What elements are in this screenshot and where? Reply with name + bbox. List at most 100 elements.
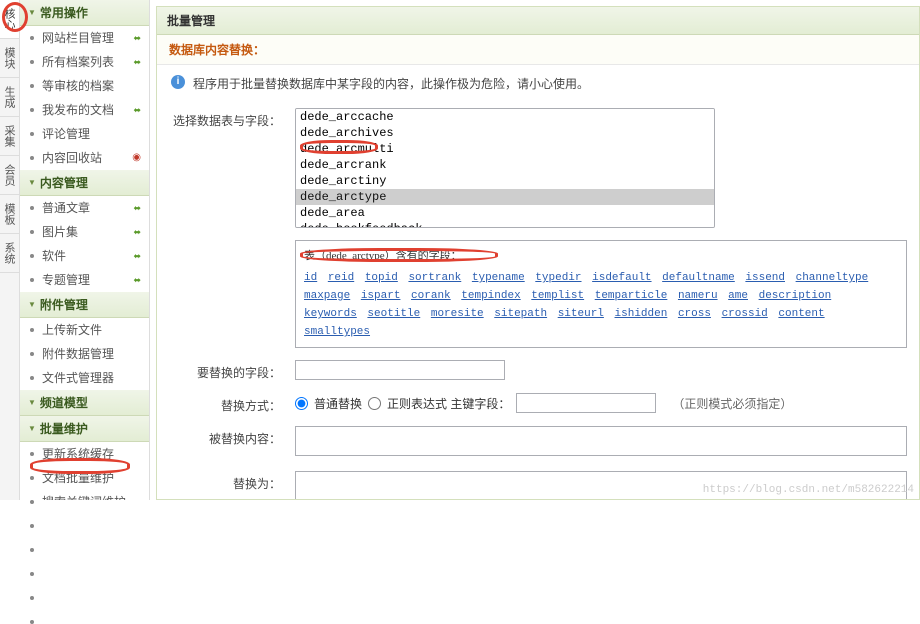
sidebar-item[interactable]: 更新系统缓存 <box>20 442 149 466</box>
field-link[interactable]: cross <box>678 308 711 320</box>
sidebar-item[interactable]: 等审核的档案 <box>20 74 149 98</box>
panel-title: 批量管理 <box>157 7 919 35</box>
shield-icon: ◉ <box>132 149 141 167</box>
vtab-2[interactable]: 生成 <box>0 78 19 117</box>
add-arrow-icon: ⬌ <box>133 101 141 119</box>
field-link[interactable]: id <box>304 272 317 284</box>
sidebar-item[interactable]: 评论管理 <box>20 122 149 146</box>
triangle-icon: ▼ <box>28 398 36 407</box>
vtab-4[interactable]: 会员 <box>0 156 19 195</box>
sidebar-group-header[interactable]: ▼常用操作 <box>20 0 149 26</box>
radio-normal-label: 普通替换 <box>314 395 362 412</box>
table-option[interactable]: dede_bookfeedback <box>296 221 714 228</box>
sidebar-item[interactable]: 我发布的文档⬌ <box>20 98 149 122</box>
warning-row: i 程序用于批量替换数据库中某字段的内容，此操作极为危险，请小心使用。 <box>157 65 919 102</box>
vtab-1[interactable]: 模块 <box>0 39 19 78</box>
field-link[interactable]: topid <box>365 272 398 284</box>
field-link[interactable]: ame <box>728 290 748 302</box>
field-header: 表（dede_arctype）含有的字段： <box>304 247 898 265</box>
add-arrow-icon: ⬌ <box>133 29 141 47</box>
table-option[interactable]: dede_arctiny <box>296 173 714 189</box>
table-option[interactable]: dede_arctype <box>296 189 714 205</box>
label-method: 替换方式： <box>171 393 281 414</box>
target-field-input[interactable] <box>295 360 505 380</box>
sidebar-group-header[interactable]: ▼附件管理 <box>20 292 149 318</box>
watermark: https://blog.csdn.net/m582622214 <box>703 484 914 496</box>
field-link[interactable]: sortrank <box>408 272 461 284</box>
sub-title: 数据库内容替换： <box>157 35 919 65</box>
field-link[interactable]: ispart <box>361 290 401 302</box>
radio-regex[interactable] <box>368 397 381 410</box>
content-to-replace-input[interactable] <box>295 426 907 456</box>
label-select-table: 选择数据表与字段： <box>171 108 281 129</box>
table-option[interactable]: dede_arcrank <box>296 157 714 173</box>
sidebar-item[interactable]: 图片集⬌ <box>20 220 149 244</box>
field-link[interactable]: corank <box>411 290 451 302</box>
field-link[interactable]: crossid <box>722 308 768 320</box>
warning-text: 程序用于批量替换数据库中某字段的内容，此操作极为危险，请小心使用。 <box>193 75 589 92</box>
field-link[interactable]: maxpage <box>304 290 350 302</box>
field-link[interactable]: content <box>778 308 824 320</box>
vtab-5[interactable]: 模板 <box>0 195 19 234</box>
field-link[interactable]: temparticle <box>595 290 668 302</box>
field-link[interactable]: description <box>759 290 832 302</box>
sidebar-item[interactable]: 所有档案列表⬌ <box>20 50 149 74</box>
field-list-box: 表（dede_arctype）含有的字段： id reid topid sort… <box>295 240 907 348</box>
radio-normal[interactable] <box>295 397 308 410</box>
field-link[interactable]: typedir <box>535 272 581 284</box>
add-arrow-icon: ⬌ <box>133 199 141 217</box>
field-link[interactable]: smalltypes <box>304 326 370 338</box>
sidebar-item[interactable]: 内容回收站◉ <box>20 146 149 170</box>
field-link[interactable]: typename <box>472 272 525 284</box>
table-select[interactable]: dede_arccachedede_archivesdede_arcmultid… <box>295 108 715 228</box>
field-link[interactable]: siteurl <box>558 308 604 320</box>
table-option[interactable]: dede_area <box>296 205 714 221</box>
vtab-3[interactable]: 采集 <box>0 117 19 156</box>
triangle-icon: ▼ <box>28 8 36 17</box>
vtab-6[interactable]: 系统 <box>0 234 19 273</box>
field-link[interactable]: keywords <box>304 308 357 320</box>
field-links: id reid topid sortrank typename typedir … <box>304 269 898 341</box>
label-content: 被替换内容： <box>171 426 281 447</box>
vertical-tabs: 核心模块生成采集会员模板系统 <box>0 0 20 500</box>
regex-key-input[interactable] <box>516 393 656 413</box>
field-link[interactable]: seotitle <box>367 308 420 320</box>
sidebar-item[interactable]: 搜索关键词维护 <box>20 490 149 500</box>
field-link[interactable]: isdefault <box>592 272 651 284</box>
radio-regex-label: 正则表达式 主键字段： <box>387 395 510 412</box>
field-link[interactable]: reid <box>328 272 354 284</box>
sidebar-item[interactable]: 专题管理⬌ <box>20 268 149 292</box>
add-arrow-icon: ⬌ <box>133 53 141 71</box>
add-arrow-icon: ⬌ <box>133 247 141 265</box>
table-option[interactable]: dede_archives <box>296 125 714 141</box>
vtab-0[interactable]: 核心 <box>0 0 19 39</box>
sidebar-group-header[interactable]: ▼内容管理 <box>20 170 149 196</box>
field-link[interactable]: channeltype <box>796 272 869 284</box>
add-arrow-icon: ⬌ <box>133 271 141 289</box>
sidebar-item[interactable]: 上传新文件 <box>20 318 149 342</box>
sidebar-item[interactable]: 网站栏目管理⬌ <box>20 26 149 50</box>
table-option[interactable]: dede_arccache <box>296 109 714 125</box>
info-icon: i <box>171 75 185 89</box>
sidebar-item[interactable]: 软件⬌ <box>20 244 149 268</box>
field-link[interactable]: templist <box>531 290 584 302</box>
field-link[interactable]: tempindex <box>461 290 520 302</box>
triangle-icon: ▼ <box>28 424 36 433</box>
field-link[interactable]: defaultname <box>662 272 735 284</box>
sidebar-item[interactable]: 文件式管理器 <box>20 366 149 390</box>
sidebar-item[interactable]: 普通文章⬌ <box>20 196 149 220</box>
sidebar-group-header[interactable]: ▼批量维护 <box>20 416 149 442</box>
method-hint: （正则模式必须指定） <box>672 395 792 412</box>
field-link[interactable]: sitepath <box>494 308 547 320</box>
sidebar-item[interactable]: 文档批量维护 <box>20 466 149 490</box>
sidebar-item[interactable]: 附件数据管理 <box>20 342 149 366</box>
field-link[interactable]: issend <box>745 272 785 284</box>
triangle-icon: ▼ <box>28 300 36 309</box>
main-panel: 批量管理 数据库内容替换： i 程序用于批量替换数据库中某字段的内容，此操作极为… <box>156 6 920 500</box>
field-link[interactable]: nameru <box>678 290 718 302</box>
field-link[interactable]: ishidden <box>615 308 668 320</box>
table-option[interactable]: dede_arcmulti <box>296 141 714 157</box>
sidebar-group-header[interactable]: ▼频道模型 <box>20 390 149 416</box>
triangle-icon: ▼ <box>28 178 36 187</box>
field-link[interactable]: moresite <box>431 308 484 320</box>
